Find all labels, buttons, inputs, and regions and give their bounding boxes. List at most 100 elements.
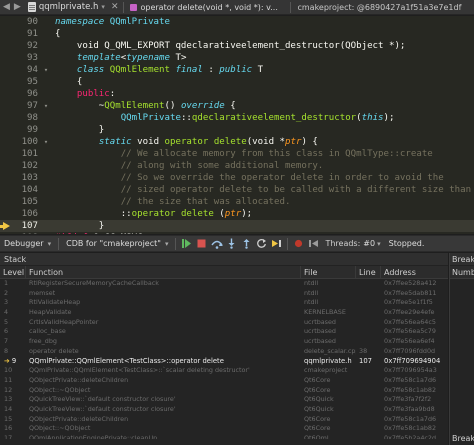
open-file-tab[interactable]: qqmlprivate.h ▾ [24, 2, 109, 12]
stack-frame-function: QQmlApplicationEnginePrivate::cleanUp [29, 434, 158, 439]
restart-icon[interactable] [255, 237, 268, 250]
column-header-address[interactable]: Address [381, 266, 448, 278]
fold-marker-icon[interactable]: ▾ [42, 136, 50, 148]
code-line[interactable]: 90 namespace QQmlPrivate [0, 16, 474, 28]
stack-frame-level: 16 [4, 424, 13, 433]
code-token: QQmlPrivate [109, 17, 170, 27]
back-arrow-icon[interactable]: ◀ [3, 2, 10, 12]
line-number[interactable]: 92 [18, 40, 38, 52]
column-header-function[interactable]: Function [26, 266, 301, 278]
code-line[interactable]: 102 // along with some additional memory… [0, 160, 474, 172]
line-number[interactable]: 94 [18, 64, 38, 76]
step-into-icon[interactable] [225, 237, 238, 250]
stack-frame-row[interactable]: 2 memset ntdll 0x7ffee5dab811 [0, 289, 448, 299]
line-number[interactable]: 93 [18, 52, 38, 64]
stack-frame-row[interactable]: 13 QQuickTreeView::`default constructor c… [0, 395, 448, 405]
line-number[interactable]: 98 [18, 112, 38, 124]
debugger-perspective-selector[interactable]: Debugger ▾ [0, 237, 55, 250]
line-number[interactable]: 108 [18, 232, 38, 234]
stop-debugger-icon[interactable] [195, 237, 208, 250]
code-line[interactable]: 96 public: [0, 88, 474, 100]
stack-frame-row[interactable]: 12 QObject::~QObject Qt6Core 0x7ffe58c1ab82 [0, 386, 448, 396]
line-number[interactable]: 104 [18, 184, 38, 196]
stack-frame-row[interactable]: 17 QQmlApplicationEnginePrivate::cleanUp Q… [0, 434, 448, 439]
debugger-engine-selector[interactable]: CDB for "cmakeproject" ▾ [62, 237, 172, 250]
stack-frame-row[interactable]: 7 free_dbg ucrtbased 0x7ffe56ea6ef4 [0, 337, 448, 347]
continue-icon[interactable] [180, 237, 193, 250]
debugger-status: Stopped. [388, 239, 425, 248]
line-number[interactable]: 97 [18, 100, 38, 112]
code-line[interactable]: 97 ▾ ~QQmlElement() override { [0, 100, 474, 112]
code-line[interactable]: 98 QQmlPrivate::qdeclarativeelement_dest… [0, 112, 474, 124]
column-header-file[interactable]: File [301, 266, 356, 278]
code-line[interactable]: 91 { [0, 28, 474, 40]
step-out-icon[interactable] [240, 237, 253, 250]
stack-frame-row[interactable]: 8 operator delete delete_scalar.cpp 38 0x7ff… [0, 347, 448, 357]
code-line[interactable]: 94 ▾ class QQmlElement final : public T [0, 64, 474, 76]
stack-frame-row[interactable]: 14 QQuickTreeView::`default constructor c… [0, 405, 448, 415]
thread-selector[interactable]: #0 ▾ [363, 239, 380, 248]
location-selector[interactable]: cmakeproject: @6890427a1f51a3e7e1df [294, 3, 464, 12]
code-line[interactable]: 106 ::operator delete (ptr); [0, 208, 474, 220]
fold-marker-icon[interactable]: ▾ [42, 100, 50, 112]
line-number[interactable]: 102 [18, 160, 38, 172]
stack-frame-row[interactable]: 4 HeapValidate KERNELBASE 0x7ffee29e4efe [0, 308, 448, 318]
code-line[interactable]: 95 { [0, 76, 474, 88]
step-over-icon[interactable] [210, 237, 223, 250]
line-number[interactable]: 95 [18, 76, 38, 88]
stack-table-body: 1 RtlRegisterSecureMemoryCacheCallback ntd… [0, 279, 448, 439]
stack-frame-row[interactable]: 11 QObjectPrivate::deleteChildren Qt6Core 0… [0, 376, 448, 386]
code-line[interactable]: 100 ▾ static void operator delete(void *p… [0, 136, 474, 148]
stack-frame-address: 0x7ffe56ea6ef4 [384, 337, 435, 346]
column-header-line[interactable]: Line [356, 266, 381, 278]
stack-frame-row[interactable]: 16 QObject::~QObject Qt6Core 0x7ffe58c1ab82 [0, 424, 448, 434]
stack-frame-row[interactable]: 3 RtlValidateHeap ntdll 0x7ffee5e1f1f5 [0, 298, 448, 308]
forward-arrow-icon[interactable]: ▶ [14, 2, 21, 12]
stack-frame-line [356, 405, 381, 415]
line-number[interactable]: 90 [18, 16, 38, 28]
line-number[interactable]: 96 [18, 88, 38, 100]
stack-frame-function: free_dbg [29, 337, 57, 346]
stack-frame-level: 2 [4, 288, 9, 297]
line-number[interactable]: 105 [18, 196, 38, 208]
stack-frame-file: cmakeproject [304, 366, 348, 375]
code-line[interactable]: 104 // sized operator delete to be calle… [0, 184, 474, 196]
stack-frame-row[interactable]: 9QQmlPrivate::QQmlElement<TestClass>::op… [0, 357, 448, 367]
stack-frame-row[interactable]: 6 calloc_base ucrtbased 0x7ffe56ea5c79 [0, 327, 448, 337]
code-line[interactable]: 108 #ifdef Q_CC_MSVC [0, 232, 474, 234]
fold-marker-icon[interactable]: ▾ [42, 64, 50, 76]
code-line[interactable]: 105 // the size that was allocated. [0, 196, 474, 208]
close-file-icon[interactable]: ✕ [109, 2, 121, 12]
code-token: { [55, 77, 83, 87]
code-line[interactable]: 101 // We allocate memory from this clas… [0, 148, 474, 160]
code-line[interactable]: 92 void Q_QML_EXPORT qdeclarativeelement… [0, 40, 474, 52]
toggle-breakpoint-icon[interactable] [292, 237, 305, 250]
stack-frame-row[interactable]: 10 QQmlPrivate::QQmlElement<TestClass>::`… [0, 366, 448, 376]
code-line[interactable]: 93 template<typename T> [0, 52, 474, 64]
code-line[interactable]: 103 // So we override the operator delet… [0, 172, 474, 184]
stack-frame-row[interactable]: 15 QObjectPrivate::deleteChildren Qt6Core 0… [0, 415, 448, 425]
line-number[interactable]: 99 [18, 124, 38, 136]
stack-frame-level: 17 [4, 434, 13, 439]
code-token: : [109, 89, 116, 99]
stack-frame-row[interactable]: 1 RtlRegisterSecureMemoryCacheCallback ntd… [0, 279, 448, 289]
code-line[interactable]: 99 } [0, 124, 474, 136]
line-number[interactable]: 100 [18, 136, 38, 148]
column-header-level[interactable]: Level [0, 266, 26, 278]
symbol-selector[interactable]: operator delete(void *, void *): v... [127, 3, 287, 12]
line-number[interactable]: 103 [18, 172, 38, 184]
code-line[interactable]: 107 } [0, 220, 474, 232]
line-number[interactable]: 91 [18, 28, 38, 40]
reverse-direction-icon[interactable] [307, 237, 320, 250]
line-number[interactable]: 101 [18, 148, 38, 160]
code-editor[interactable]: 90 namespace QQmlPrivate 91 {92 void Q_QML_… [0, 16, 474, 234]
line-number[interactable]: 106 [18, 208, 38, 220]
chevron-down-icon[interactable]: ▾ [101, 3, 105, 11]
line-number[interactable]: 107 [18, 220, 38, 232]
code-token: // sized operator delete to be called wi… [55, 185, 472, 195]
stack-frame-row[interactable]: 5 CrtIsValidHeapPointer ucrtbased 0x7ffe56e… [0, 318, 448, 328]
breakpoints-column-header-number[interactable]: Number [450, 266, 474, 279]
stack-frame-function: HeapValidate [29, 308, 72, 317]
run-to-line-icon[interactable] [270, 237, 283, 250]
code-token: :: [55, 209, 132, 219]
